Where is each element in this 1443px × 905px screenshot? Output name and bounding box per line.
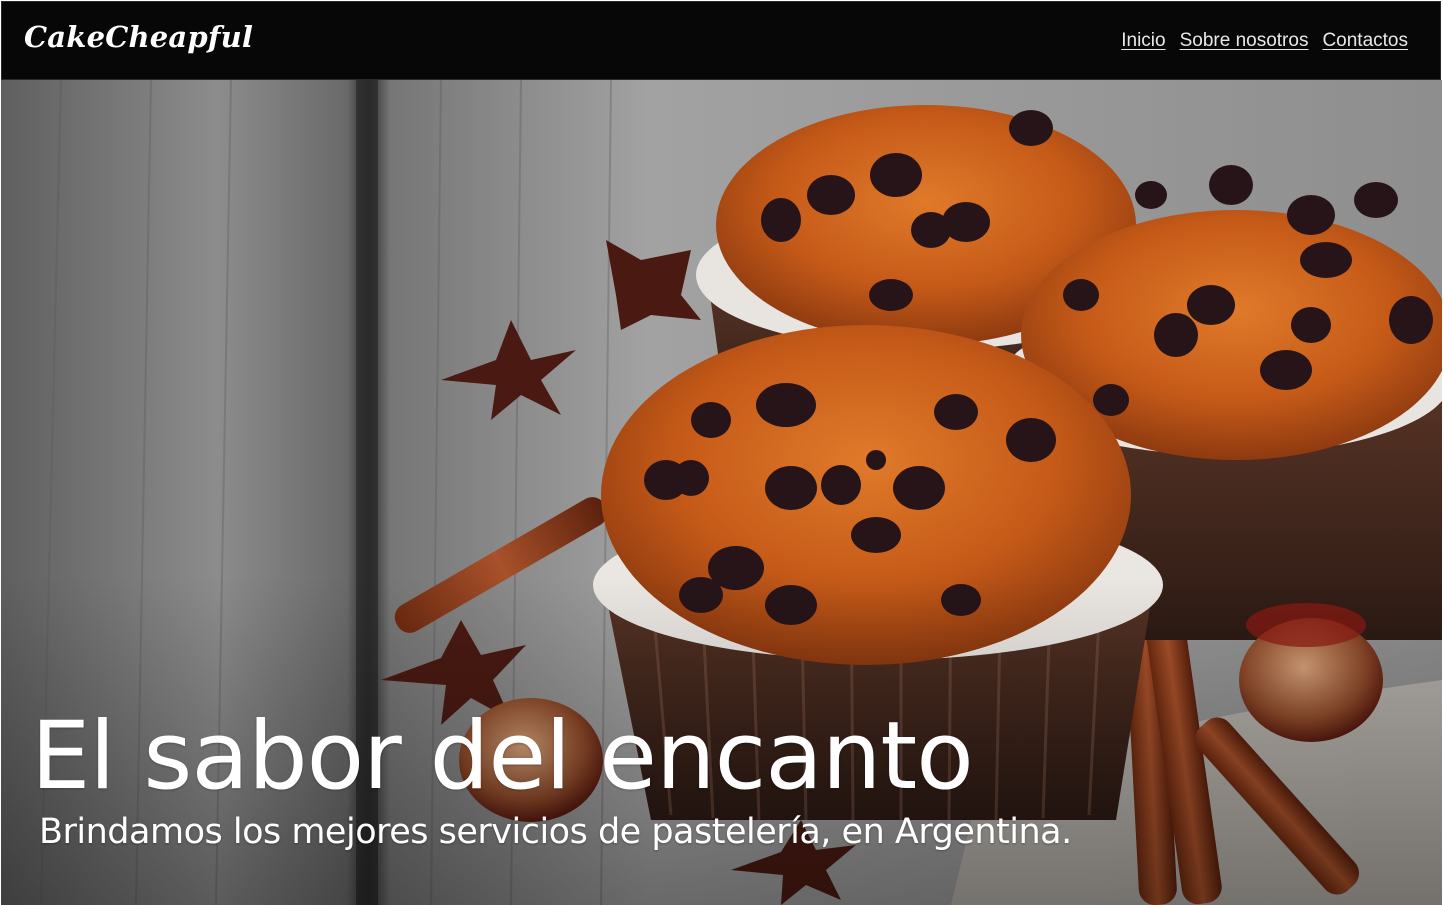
hero-subtitle: Brindamos los mejores servicios de paste… [39, 812, 1072, 852]
nav-link-contactos[interactable]: Contactos [1322, 30, 1408, 52]
hero-title: El sabor del encanto [31, 702, 974, 811]
nav-link-sobre-nosotros[interactable]: Sobre nosotros [1180, 30, 1309, 52]
navbar: CakeCheapful Inicio Sobre nosotros Conta… [1, 1, 1441, 80]
hero-banner: El sabor del encanto Brindamos los mejor… [1, 80, 1442, 905]
page: CakeCheapful Inicio Sobre nosotros Conta… [0, 0, 1443, 905]
nav-link-inicio[interactable]: Inicio [1121, 30, 1165, 52]
nav-links: Inicio Sobre nosotros Contactos [1121, 30, 1408, 52]
site-logo[interactable]: CakeCheapful [24, 20, 253, 54]
